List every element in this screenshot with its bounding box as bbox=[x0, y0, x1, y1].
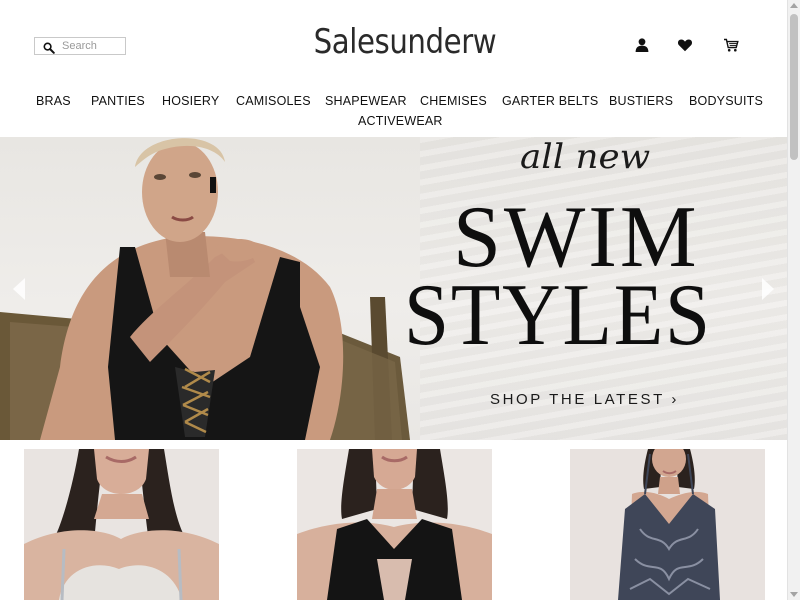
product-image-lace-chemise bbox=[570, 449, 765, 600]
scroll-down-arrow[interactable] bbox=[790, 592, 798, 597]
hero-tagline: all new bbox=[520, 137, 651, 177]
page: Salesunderw BRAS PANTIES HOSIERY CAMISOL… bbox=[0, 0, 787, 600]
carousel-prev-arrow[interactable] bbox=[12, 277, 26, 301]
heart-icon[interactable] bbox=[677, 37, 693, 53]
product-tile[interactable] bbox=[570, 449, 765, 600]
site-logo[interactable]: Salesunderw bbox=[314, 22, 497, 62]
nav-item-hosiery[interactable]: HOSIERY bbox=[162, 94, 219, 108]
hero-banner[interactable]: all new SWIM STYLES SHOP THE LATEST › bbox=[0, 137, 787, 440]
scroll-up-arrow[interactable] bbox=[790, 3, 798, 8]
product-image-white-bra bbox=[24, 449, 219, 600]
nav-item-chemises[interactable]: CHEMISES bbox=[420, 94, 487, 108]
nav-item-bodysuits[interactable]: BODYSUITS bbox=[689, 94, 763, 108]
hero-model-image bbox=[0, 138, 410, 440]
nav-item-shapewear[interactable]: SHAPEWEAR bbox=[325, 94, 407, 108]
cart-icon[interactable] bbox=[723, 37, 739, 53]
page-scrollbar[interactable] bbox=[787, 0, 800, 600]
shop-the-latest-link[interactable]: SHOP THE LATEST › bbox=[490, 391, 679, 408]
hero-headline-line2: STYLES bbox=[404, 267, 712, 364]
nav-item-bustiers[interactable]: BUSTIERS bbox=[609, 94, 673, 108]
nav-item-activewear[interactable]: ACTIVEWEAR bbox=[358, 114, 443, 128]
scrollbar-thumb[interactable] bbox=[790, 14, 798, 160]
product-tile[interactable] bbox=[297, 449, 492, 600]
nav-item-garter-belts[interactable]: GARTER BELTS bbox=[502, 94, 598, 108]
search-icon[interactable] bbox=[43, 41, 55, 54]
user-icon[interactable] bbox=[634, 37, 650, 53]
product-tile[interactable] bbox=[24, 449, 219, 600]
carousel-next-arrow[interactable] bbox=[761, 277, 775, 301]
search-input[interactable] bbox=[62, 39, 122, 53]
product-image-black-sports-bra bbox=[297, 449, 492, 600]
nav-item-panties[interactable]: PANTIES bbox=[91, 94, 145, 108]
category-nav: BRAS PANTIES HOSIERY CAMISOLES SHAPEWEAR… bbox=[0, 93, 787, 133]
search-box[interactable] bbox=[34, 37, 126, 55]
nav-item-camisoles[interactable]: CAMISOLES bbox=[236, 94, 311, 108]
nav-item-bras[interactable]: BRAS bbox=[36, 94, 71, 108]
